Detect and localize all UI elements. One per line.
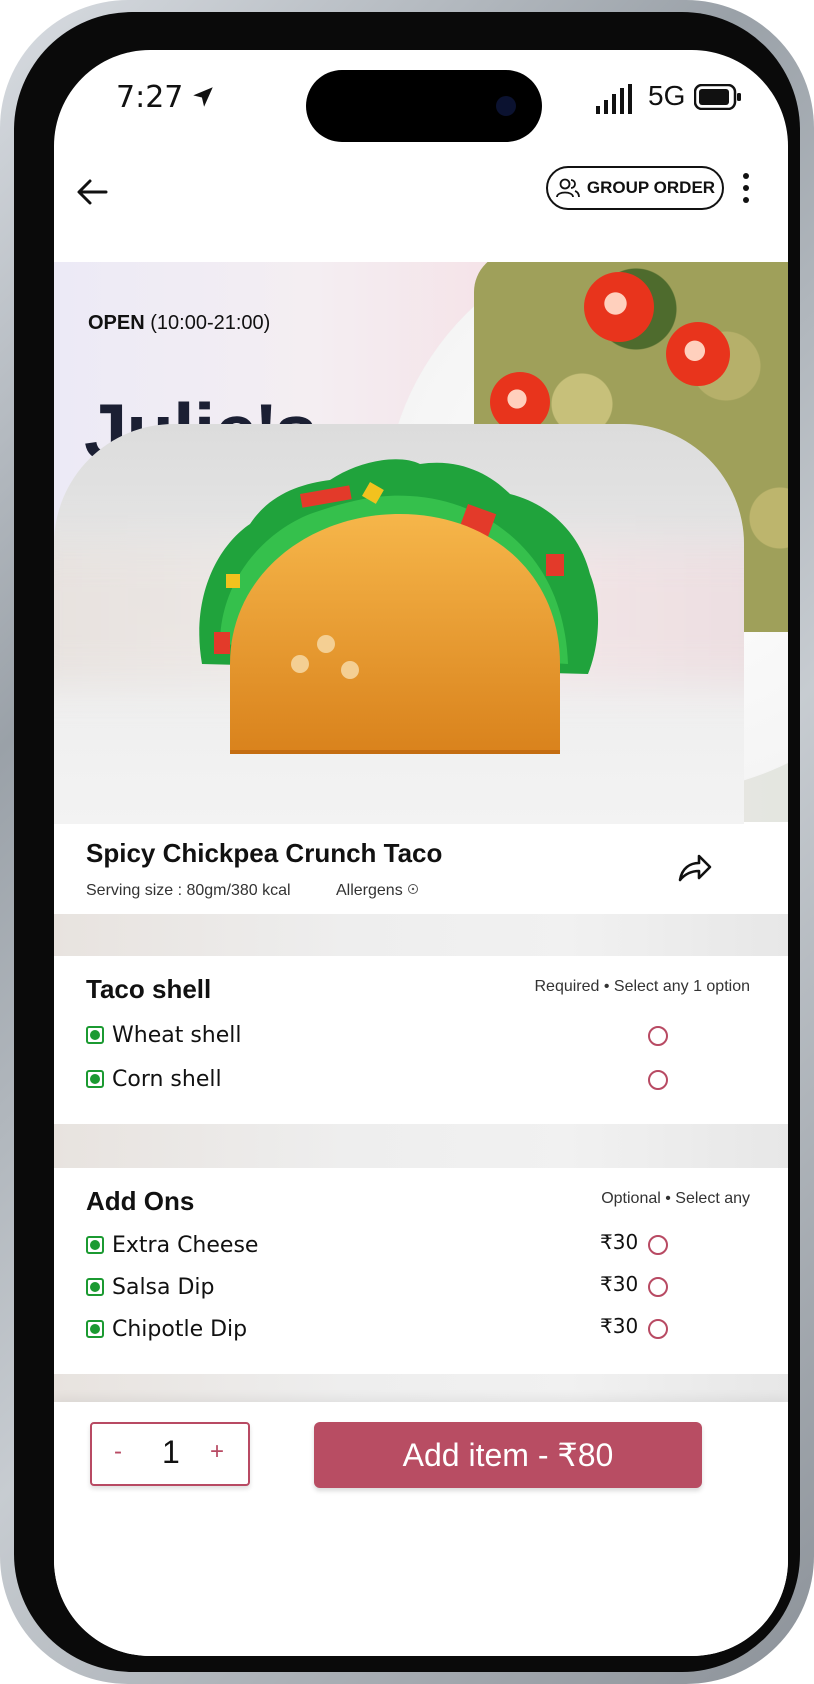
option-label: Salsa Dip	[112, 1274, 215, 1300]
allergens-link[interactable]: Allergens	[336, 882, 419, 900]
radio-salsa-dip[interactable]	[648, 1277, 668, 1297]
users-icon	[556, 178, 580, 198]
separator-band	[54, 1124, 788, 1168]
addon-price: ₹30	[600, 1230, 639, 1254]
separator-band	[54, 914, 788, 956]
veg-icon	[86, 1070, 104, 1088]
decrement-button[interactable]: -	[114, 1438, 122, 1466]
radio-extra-cheese[interactable]	[648, 1235, 668, 1255]
group-order-button[interactable]: GROUP ORDER	[546, 166, 724, 210]
share-icon[interactable]	[674, 848, 714, 888]
option-corn-shell[interactable]: Corn shell	[86, 1064, 222, 1094]
add-ons-section: Add Ons Optional • Select any Extra Chee…	[54, 1168, 788, 1374]
more-options-icon[interactable]	[736, 168, 756, 208]
addon-chipotle-dip[interactable]: Chipotle Dip	[86, 1314, 247, 1344]
network-label: 5G	[648, 80, 686, 111]
add-ons-title: Add Ons	[86, 1186, 195, 1216]
addon-price: ₹30	[600, 1272, 639, 1296]
battery-icon	[694, 84, 741, 110]
item-info: Spicy Chickpea Crunch Taco Serving size …	[54, 824, 788, 914]
increment-button[interactable]: +	[210, 1438, 224, 1466]
back-arrow-icon[interactable]	[72, 172, 112, 212]
radio-wheat-shell[interactable]	[648, 1026, 668, 1046]
radio-chipotle-dip[interactable]	[648, 1319, 668, 1339]
allergens-label: Allergens	[336, 882, 403, 899]
item-title: Spicy Chickpea Crunch Taco	[86, 838, 443, 868]
add-ons-note: Optional • Select any	[601, 1190, 750, 1207]
screen: 7:27 5G GROUP ORDER OPEN (10:00-21:00) S…	[54, 50, 788, 1656]
taco-shell-note: Required • Select any 1 option	[534, 978, 750, 995]
option-wheat-shell[interactable]: Wheat shell	[86, 1020, 242, 1050]
item-image-card	[54, 424, 744, 824]
veg-icon	[86, 1026, 104, 1044]
taco-shell-title: Taco shell	[86, 974, 212, 1004]
serving-size: Serving size : 80gm/380 kcal	[86, 882, 291, 899]
addon-extra-cheese[interactable]: Extra Cheese	[86, 1230, 258, 1260]
dynamic-island	[306, 70, 542, 142]
add-item-label: Add item - ₹80	[402, 1437, 614, 1473]
option-label: Wheat shell	[112, 1022, 242, 1048]
option-label: Chipotle Dip	[112, 1316, 248, 1342]
quantity-stepper: - 1 +	[90, 1422, 250, 1486]
status-time: 7:27	[116, 80, 184, 115]
veg-icon	[86, 1278, 104, 1296]
tomato-image	[490, 372, 550, 432]
location-arrow-icon	[193, 87, 213, 107]
addon-price: ₹30	[600, 1314, 639, 1338]
hours-label: (10:00-21:00)	[150, 312, 271, 334]
veg-icon	[86, 1236, 104, 1254]
group-order-label: GROUP ORDER	[586, 178, 716, 197]
quantity-value: 1	[162, 1434, 180, 1470]
taco-image	[199, 459, 599, 754]
info-icon	[408, 884, 419, 894]
signal-icon	[596, 84, 632, 114]
tomato-image	[584, 272, 654, 342]
option-label: Corn shell	[112, 1066, 222, 1092]
taco-shell-section: Taco shell Required • Select any 1 optio…	[54, 956, 788, 1124]
veg-icon	[86, 1320, 104, 1338]
open-hours: OPEN (10:00-21:00)	[88, 312, 270, 335]
option-label: Extra Cheese	[112, 1232, 259, 1258]
open-label: OPEN	[88, 312, 145, 334]
radio-corn-shell[interactable]	[648, 1070, 668, 1090]
add-item-button[interactable]: Add item - ₹80	[314, 1422, 702, 1488]
tomato-image	[666, 322, 730, 386]
phone-frame: 7:27 5G GROUP ORDER OPEN (10:00-21:00) S…	[0, 0, 814, 1684]
addon-salsa-dip[interactable]: Salsa Dip	[86, 1272, 215, 1302]
bottom-bar: - 1 + Add item - ₹80	[54, 1402, 788, 1656]
phone-bezel: 7:27 5G GROUP ORDER OPEN (10:00-21:00) S…	[14, 12, 800, 1672]
